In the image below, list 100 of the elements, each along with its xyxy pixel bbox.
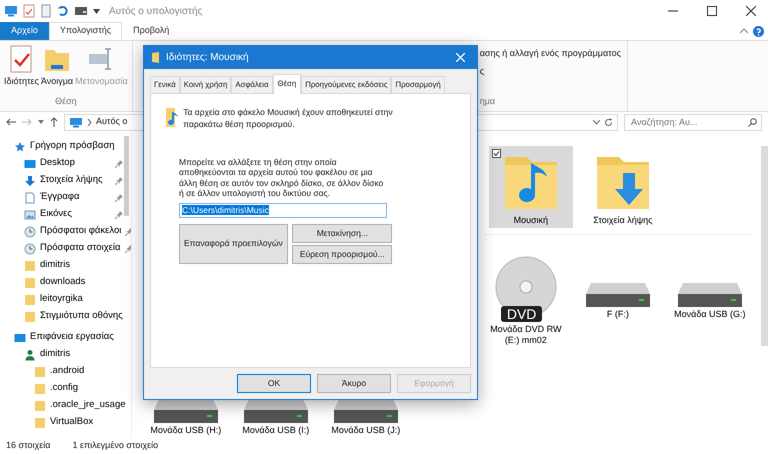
find-target-button[interactable]: Εύρεση προορισμού...: [292, 244, 392, 264]
refresh-icon: [604, 118, 613, 126]
sidebar-item[interactable]: Desktop: [0, 155, 131, 172]
document-icon: [24, 192, 36, 204]
dialog-button[interactable]: OK: [237, 374, 311, 393]
pin-icon: [124, 244, 131, 252]
sidebar-item[interactable]: Γρήγορη πρόσβαση: [0, 138, 131, 155]
ribbon-tab[interactable]: Υπολογιστής: [48, 22, 122, 40]
drive-icon: [244, 398, 308, 423]
folder-item[interactable]: Μουσική: [488, 146, 573, 228]
folder-icon: [34, 382, 46, 394]
folder-icon: [24, 294, 36, 306]
desktop-icon: [24, 158, 36, 170]
description-text: Μπορείτε να αλλάξετε τη θέση στην οποία αποθηκεύονται τα αρχεία αυτού του φακέλου σε μια άλλη θέση σε αυτόν τον σκληρό δίσκο, σε άλλον δίσκο ή σε άλλον υπολογιστή του δικτύου σας.: [179, 157, 384, 198]
folder-icon: [34, 416, 46, 428]
sidebar-item[interactable]: Στιγμιότυπα οθόνης: [0, 308, 131, 325]
computer-icon: [69, 116, 83, 128]
scrollbar[interactable]: [124, 136, 129, 216]
pin-icon: [114, 176, 123, 184]
collapse-ribbon-icon[interactable]: [740, 28, 748, 34]
dropdown-caret-icon: [593, 120, 600, 124]
close-icon: [746, 6, 756, 16]
drive-icon[interactable]: [74, 5, 88, 17]
user-icon: [24, 348, 36, 360]
drive-item[interactable]: DVD Μονάδα DVD RW (E:) mm02: [484, 253, 568, 348]
sidebar-item[interactable]: Επιφάνεια εργασίας: [0, 329, 131, 346]
ribbon-button[interactable]: Άνοιγμα: [40, 43, 74, 90]
drive-icon: [586, 283, 650, 308]
folder-icon: [34, 366, 46, 378]
group-label: Θέση: [54, 94, 78, 108]
back-arrow-icon[interactable]: [6, 118, 16, 126]
dialog-title: Ιδιότητες: Μουσική: [166, 51, 249, 65]
sidebar-item[interactable]: Πρόσφατα στοιχεία: [0, 240, 131, 257]
ribbon-tab[interactable]: Προβολή: [122, 22, 180, 40]
folder-icon: [34, 400, 46, 412]
window-title: Αυτός ο υπολογιστής: [109, 4, 202, 18]
download-arrow-icon: [24, 174, 36, 186]
sidebar-item[interactable]: downloads: [0, 274, 131, 291]
folder-icon: [24, 276, 36, 288]
up-arrow-icon[interactable]: [50, 117, 58, 127]
pin-icon: [114, 194, 123, 202]
address-path: Αυτός ο: [96, 115, 128, 128]
sidebar-item[interactable]: dimitris: [0, 346, 131, 363]
drive-icon: [334, 398, 398, 423]
drive-item[interactable]: F (F:): [576, 253, 660, 323]
item-count: 16 στοιχεία: [6, 439, 50, 452]
clock-icon: [24, 242, 36, 254]
ribbon-button[interactable]: Ιδιότητες: [3, 43, 40, 90]
sidebar-item[interactable]: Έγγραφα: [0, 189, 131, 206]
sidebar-item[interactable]: .oracle_jre_usage: [0, 397, 131, 414]
search-icon: [748, 118, 757, 126]
star-icon: [14, 140, 26, 152]
clock-icon: [24, 226, 36, 238]
drive-icon: [678, 283, 742, 308]
dropdown-caret-icon[interactable]: [38, 120, 44, 124]
music-folder-icon: [165, 106, 181, 128]
computer-icon: [4, 5, 18, 17]
pin-icon: [114, 160, 123, 168]
sidebar-item[interactable]: Εικόνες: [0, 206, 131, 223]
search-field[interactable]: Αναζήτηση: Αυ...: [624, 114, 762, 130]
sidebar-item[interactable]: Πρόσφατοι φάκελοι: [0, 223, 131, 240]
path-field[interactable]: C:\Users\dimitris\Music: [179, 202, 387, 218]
help-icon: [752, 26, 764, 36]
folder-icon: [24, 310, 36, 322]
group-label: ημα: [480, 94, 496, 108]
disc-label: DVD: [500, 306, 542, 322]
drive-item[interactable]: Μονάδα USB (G:): [668, 253, 752, 323]
pin-icon: [125, 228, 131, 236]
sidebar-item[interactable]: dimitris: [0, 257, 131, 274]
maximize-icon: [707, 6, 717, 16]
sidebar-item[interactable]: .config: [0, 380, 131, 397]
folder-icon: [152, 52, 160, 63]
pin-icon: [114, 210, 123, 218]
dialog-button[interactable]: Άκυρο: [317, 374, 391, 393]
folder-icon: [24, 260, 36, 272]
dropdown-caret-icon[interactable]: [93, 8, 100, 14]
sidebar-item[interactable]: VirtualBox: [0, 414, 131, 431]
undo-icon[interactable]: [57, 5, 69, 17]
reset-button[interactable]: Επαναφορά προεπιλογών: [179, 224, 288, 264]
picture-icon: [24, 208, 36, 220]
checklist-icon: [8, 45, 34, 73]
ribbon-text: ασης ή αλλαγή ενός προγράμματος: [480, 47, 621, 60]
checkbox-icon: [492, 149, 501, 158]
page-icon[interactable]: [40, 4, 52, 18]
help-button[interactable]: [752, 26, 764, 36]
sidebar-item[interactable]: leitoyrgika: [0, 291, 131, 308]
properties-checklist-icon[interactable]: [23, 4, 35, 18]
ribbon-text: ς: [480, 64, 486, 78]
drive-icon: [154, 398, 218, 423]
folder-item[interactable]: Στοιχεία λήψης: [580, 146, 665, 228]
sidebar-item[interactable]: .android: [0, 363, 131, 380]
close-icon: [456, 53, 464, 62]
scrollbar[interactable]: [760, 146, 768, 346]
file-menu-tab[interactable]: Αρχείο: [0, 22, 49, 40]
sidebar-item[interactable]: Στοιχεία λήψης: [0, 172, 131, 189]
chevron-right-icon: [87, 118, 92, 126]
move-button[interactable]: Μετακίνηση...: [292, 224, 392, 243]
desktop-icon: [14, 332, 26, 344]
selection-count: 1 επιλεγμένο στοιχείο: [72, 439, 158, 452]
intro-text: Τα αρχεία στο φάκελο Μουσική έχουν αποθηκευτεί στην παρακάτω θέση προορισμού.: [183, 106, 394, 132]
